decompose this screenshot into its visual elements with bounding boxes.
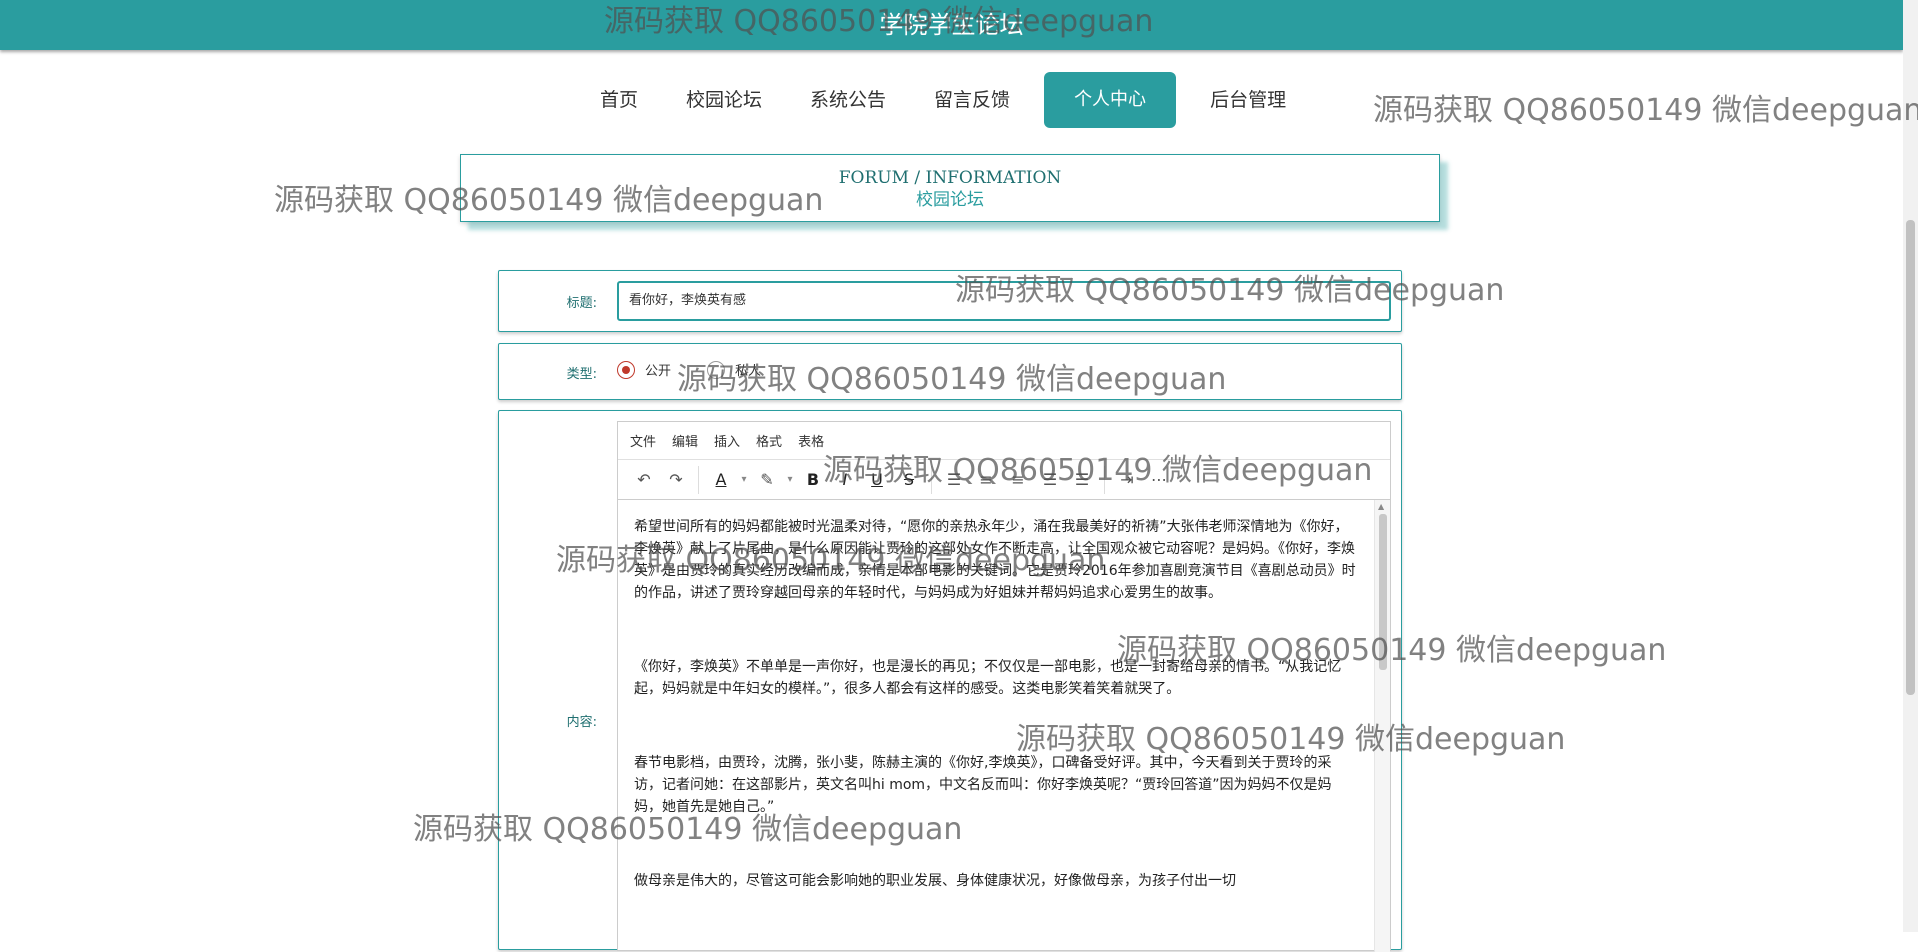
align-justify-icon[interactable]: ☰ bbox=[1034, 466, 1066, 494]
indent-icon[interactable]: ⇥ bbox=[1111, 466, 1143, 494]
title-label: 标题: bbox=[566, 296, 597, 311]
title-input[interactable]: 看你好，李焕英有感 bbox=[617, 281, 1391, 321]
site-title: 学院学生论坛 bbox=[879, 11, 1024, 39]
main-nav: 首页 校园论坛 系统公告 留言反馈 个人中心 后台管理 bbox=[576, 72, 1310, 128]
list-icon[interactable]: ☰ bbox=[1066, 466, 1098, 494]
toolbar-divider bbox=[1104, 465, 1105, 494]
editor-paragraph: 《你好，李焕英》不单单是一声你好，也是漫长的再见；不仅仅是一部电影，也是一封寄给… bbox=[634, 659, 1342, 697]
menu-table[interactable]: 表格 bbox=[798, 431, 824, 450]
scroll-up-arrow-icon[interactable]: ▲ bbox=[1378, 502, 1384, 511]
form-row-type: 类型: 公开 私人 bbox=[498, 343, 1402, 400]
page-scrollbar[interactable] bbox=[1903, 0, 1918, 932]
nav-item-forum[interactable]: 校园论坛 bbox=[662, 72, 786, 128]
editor-scrollbar[interactable]: ▲ bbox=[1374, 500, 1390, 952]
top-header-bar: 学院学生论坛 bbox=[0, 0, 1903, 50]
radio-public[interactable] bbox=[617, 360, 635, 379]
content-label: 内容: bbox=[566, 715, 597, 730]
undo-icon[interactable]: ↶ bbox=[628, 466, 660, 494]
chevron-down-icon[interactable]: ▾ bbox=[737, 466, 751, 494]
editor-paragraph: 春节电影档，由贾玲，沈腾，张小斐，陈赫主演的《你好,李焕英》，口碑备受好评。其中… bbox=[634, 755, 1332, 815]
radio-public-label[interactable]: 公开 bbox=[645, 360, 671, 379]
toolbar-divider bbox=[931, 465, 932, 494]
editor-scrollbar-thumb[interactable] bbox=[1379, 514, 1387, 670]
text-color-icon[interactable]: A bbox=[705, 466, 737, 494]
toolbar-divider bbox=[698, 465, 699, 494]
watermark: 源码获取 QQ86050149 微信deepguan bbox=[1373, 93, 1918, 128]
nav-item-admin[interactable]: 后台管理 bbox=[1186, 72, 1310, 128]
section-heading: FORUM / INFORMATION 校园论坛 bbox=[460, 154, 1440, 222]
more-icon[interactable]: ⋯ bbox=[1143, 466, 1175, 494]
nav-item-profile[interactable]: 个人中心 bbox=[1044, 72, 1177, 128]
rich-text-editor: 文件 编辑 插入 格式 表格 ↶ ↷ A ▾ ✎ ▾ B I U S ☰ ≡ ≡… bbox=[617, 421, 1391, 952]
editor-paragraph: 希望世间所有的妈妈都能被时光温柔对待，“愿你的亲热永年少，涌在我最美好的祈祷”大… bbox=[634, 519, 1356, 601]
menu-format[interactable]: 格式 bbox=[756, 431, 782, 450]
nav-item-feedback[interactable]: 留言反馈 bbox=[910, 72, 1034, 128]
form-row-title: 标题: 看你好，李焕英有感 bbox=[498, 270, 1402, 332]
align-center-icon[interactable]: ≡ bbox=[970, 466, 1002, 494]
underline-icon[interactable]: U bbox=[861, 466, 893, 494]
radio-private[interactable] bbox=[707, 360, 726, 379]
editor-toolbar: ↶ ↷ A ▾ ✎ ▾ B I U S ☰ ≡ ≡ ☰ ☰ ⇥ ⋯ bbox=[618, 460, 1390, 500]
bold-icon[interactable]: B bbox=[797, 466, 829, 494]
editor-paragraph: 做母亲是伟大的，尽管这可能会影响她的职业发展、身体健康状况，好像做母亲，为孩子付… bbox=[634, 873, 1236, 889]
align-left-icon[interactable]: ☰ bbox=[938, 466, 970, 494]
editor-content-area[interactable]: 希望世间所有的妈妈都能被时光温柔对待，“愿你的亲热永年少，涌在我最美好的祈祷”大… bbox=[618, 500, 1374, 952]
form-row-content: 内容: 文件 编辑 插入 格式 表格 ↶ ↷ A ▾ ✎ ▾ B I U S ☰… bbox=[498, 410, 1402, 952]
type-label: 类型: bbox=[566, 367, 597, 382]
menu-edit[interactable]: 编辑 bbox=[672, 431, 698, 450]
italic-icon[interactable]: I bbox=[829, 466, 861, 494]
chevron-down-icon[interactable]: ▾ bbox=[783, 466, 797, 494]
nav-item-announcements[interactable]: 系统公告 bbox=[786, 72, 910, 128]
highlight-color-icon[interactable]: ✎ bbox=[751, 466, 783, 494]
type-radio-group: 公开 私人 bbox=[617, 360, 797, 379]
radio-private-label[interactable]: 私人 bbox=[735, 360, 761, 379]
menu-file[interactable]: 文件 bbox=[630, 431, 656, 450]
section-title-cn: 校园论坛 bbox=[916, 190, 984, 210]
section-title-en: FORUM / INFORMATION bbox=[838, 168, 1062, 188]
align-right-icon[interactable]: ≡ bbox=[1002, 466, 1034, 494]
strikethrough-icon[interactable]: S bbox=[893, 466, 925, 494]
editor-menubar: 文件 编辑 插入 格式 表格 bbox=[618, 422, 1390, 460]
page-scrollbar-thumb[interactable] bbox=[1906, 220, 1915, 695]
redo-icon[interactable]: ↷ bbox=[660, 466, 692, 494]
menu-insert[interactable]: 插入 bbox=[714, 431, 740, 450]
nav-item-home[interactable]: 首页 bbox=[576, 72, 662, 128]
